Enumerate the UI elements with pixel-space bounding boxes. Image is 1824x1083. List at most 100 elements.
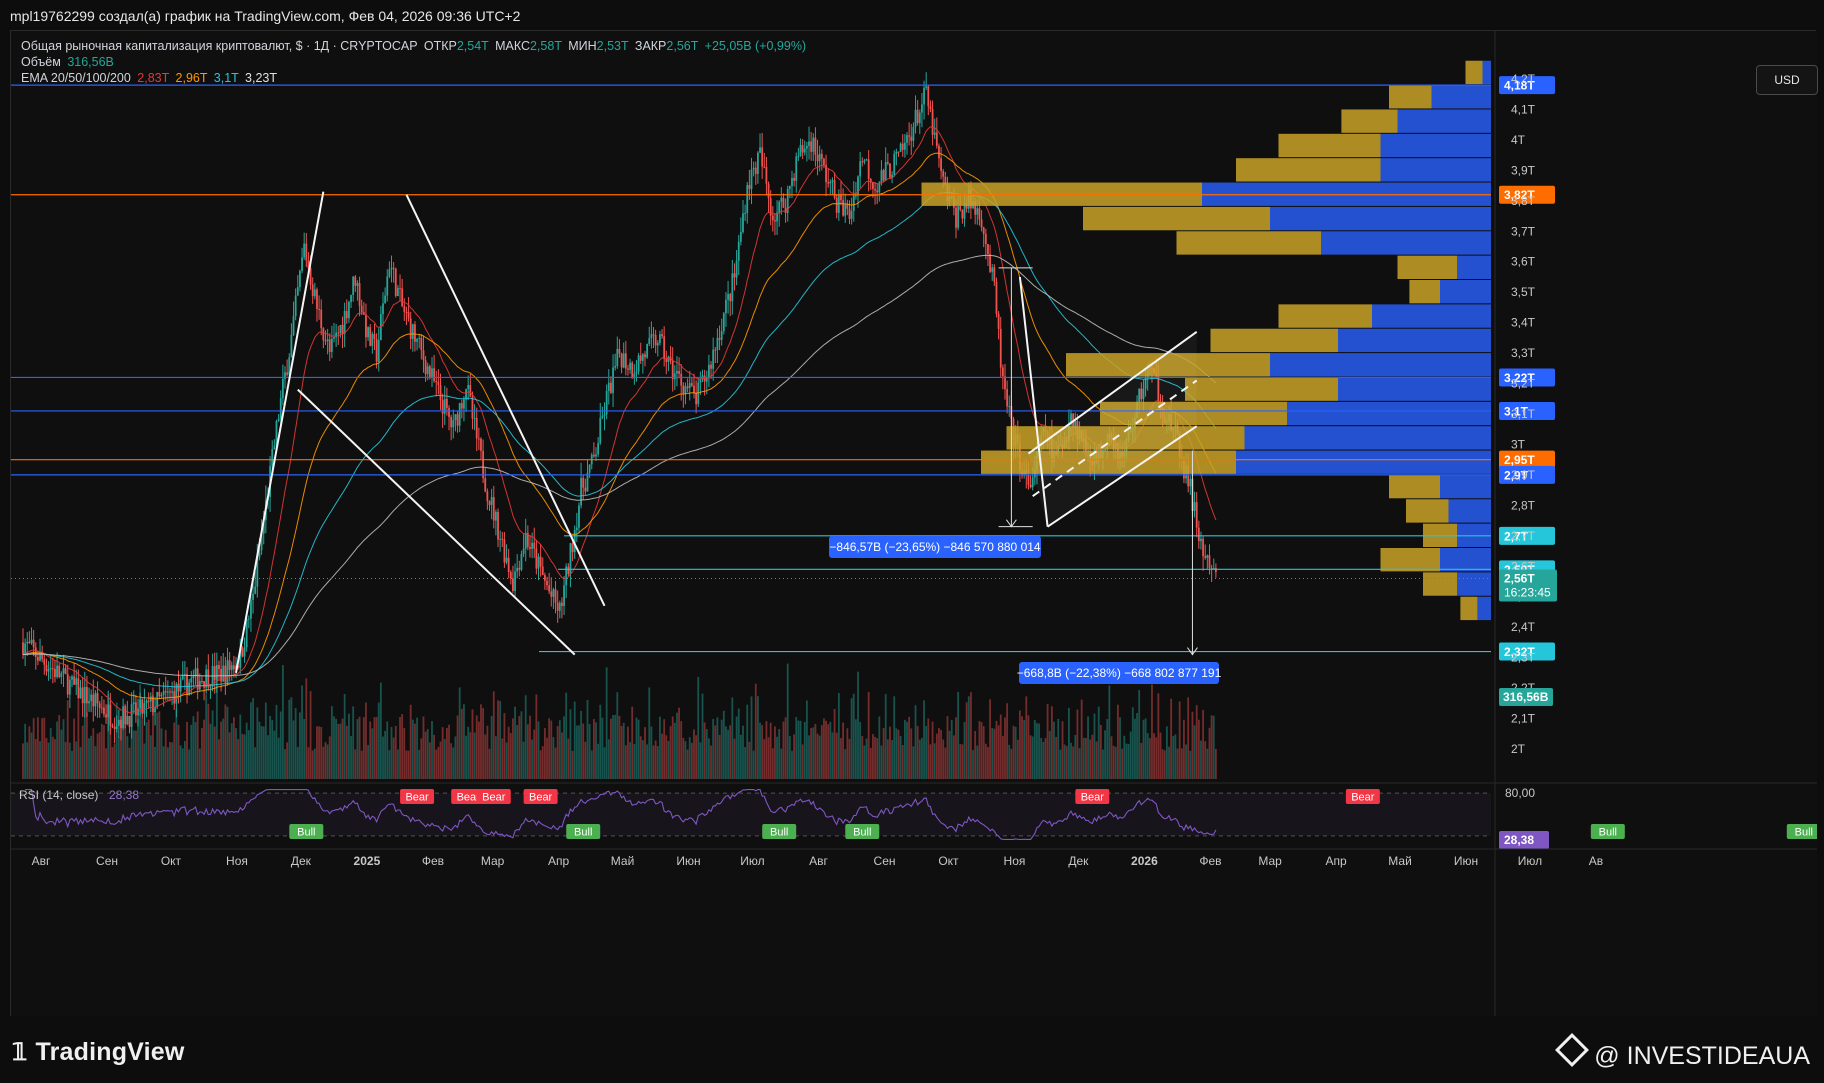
volume-bar — [735, 716, 738, 779]
volume-bar — [1055, 736, 1058, 779]
candle-body — [433, 368, 436, 381]
volume-bar — [991, 727, 994, 779]
volume-bar — [933, 743, 936, 779]
volume-bar — [1057, 718, 1060, 779]
volume-bar — [192, 716, 195, 779]
price-axis-label: 2,8T — [1511, 498, 1536, 512]
volume-bar — [273, 730, 276, 779]
price-axis-label: 2,7T — [1511, 529, 1536, 543]
symbol-title: Общая рыночная капитализация криптовалют… — [21, 39, 418, 53]
volume-bar — [842, 722, 845, 779]
volume-bar — [588, 723, 591, 779]
volume-bar — [1076, 709, 1079, 779]
volume-profile-up — [1083, 206, 1270, 231]
bull-signal-label: Bull — [297, 827, 315, 839]
volume-bar — [224, 704, 227, 779]
candle-body — [595, 454, 597, 457]
price-axis-label: 2,1T — [1511, 712, 1536, 726]
chart-svg[interactable]: 4,18T3,82T3,22T3,1T2,95T2,9T2,7T2,59T2,3… — [11, 31, 1817, 1017]
candle-body — [111, 725, 114, 727]
candle-body — [554, 589, 557, 603]
candle-body — [1200, 538, 1202, 542]
volume-bar — [230, 723, 233, 779]
volume-bar — [552, 737, 555, 779]
currency-button[interactable]: USD — [1756, 65, 1818, 95]
candle-body — [439, 384, 442, 401]
price-axis-label: 3,3T — [1511, 346, 1536, 360]
footer: 𝟙 TradingView @ INVESTIDEAUA — [0, 1016, 1824, 1083]
candle-body — [397, 287, 399, 297]
volume-bar — [1121, 748, 1124, 779]
volume-bar — [239, 714, 242, 779]
candle-body — [94, 693, 97, 707]
candle-body — [791, 177, 793, 187]
candle-body — [328, 339, 331, 352]
candle-body — [488, 501, 491, 505]
candle-body — [531, 542, 534, 549]
candle-body — [311, 284, 314, 297]
volume-profile-down — [1440, 548, 1491, 572]
volume-bar — [984, 743, 987, 779]
candle-body — [763, 166, 766, 168]
candle-body — [1189, 478, 1192, 487]
volume-bar — [533, 729, 536, 779]
volume-bar — [267, 735, 269, 779]
volume-bar — [959, 743, 962, 779]
volume-bar — [143, 743, 146, 779]
volume-bar — [128, 747, 131, 779]
candle-body — [823, 158, 825, 165]
volume-bar — [105, 748, 107, 779]
candle-body — [827, 182, 830, 184]
close-label: ЗАКР — [634, 39, 667, 53]
volume-bar — [616, 692, 619, 779]
volume-bar — [1138, 689, 1141, 779]
volume-bar — [1187, 697, 1190, 779]
volume-bar — [256, 707, 259, 779]
tradingview-logo[interactable]: 𝟙 TradingView — [12, 1038, 185, 1067]
candle-body — [938, 145, 940, 159]
volume-bar — [618, 715, 621, 779]
volume-profile-down — [1321, 231, 1491, 255]
volume-bar — [51, 736, 54, 779]
candle-body — [914, 109, 917, 127]
volume-bar — [71, 750, 73, 779]
candle-body — [60, 673, 63, 678]
volume-bar — [358, 716, 361, 779]
volume-bar — [416, 717, 418, 779]
candle-body — [580, 477, 582, 506]
candle-body — [313, 289, 316, 297]
candle-body — [940, 158, 942, 172]
volume-bar — [995, 720, 998, 779]
volume-bar — [309, 691, 312, 779]
price-axis-label: 3,1T — [1511, 407, 1536, 421]
candle-body — [484, 478, 487, 492]
candle-body — [552, 589, 555, 597]
volume-bar — [906, 721, 908, 779]
candle-body — [889, 163, 891, 178]
candle-body — [929, 106, 932, 110]
volume-bar — [160, 728, 163, 779]
volume-profile-down — [1338, 377, 1491, 401]
price-axis-label: 4,1T — [1511, 102, 1536, 116]
candle-body — [149, 696, 152, 702]
volume-bar — [1099, 725, 1102, 779]
chart-container[interactable]: 4,18T3,82T3,22T3,1T2,95T2,9T2,7T2,59T2,3… — [10, 30, 1818, 1017]
volume-bar — [1195, 705, 1198, 779]
volume-bar — [582, 723, 585, 779]
volume-bar — [318, 726, 320, 779]
ema200-value: 3,23T — [245, 71, 278, 85]
volume-bar — [1001, 735, 1004, 779]
volume-bar — [394, 725, 397, 779]
volume-bar — [1114, 746, 1117, 779]
volume-bar — [1078, 748, 1081, 779]
candle-body — [735, 260, 738, 278]
volume-bar — [68, 742, 71, 779]
candle-body — [852, 195, 855, 211]
candle-body — [663, 336, 666, 360]
volume-bar — [1040, 737, 1043, 779]
time-axis-label: Июн — [676, 854, 700, 868]
candle-body — [490, 497, 493, 505]
volume-bar — [831, 732, 834, 779]
candle-body — [320, 309, 323, 329]
candle-body — [194, 668, 197, 676]
